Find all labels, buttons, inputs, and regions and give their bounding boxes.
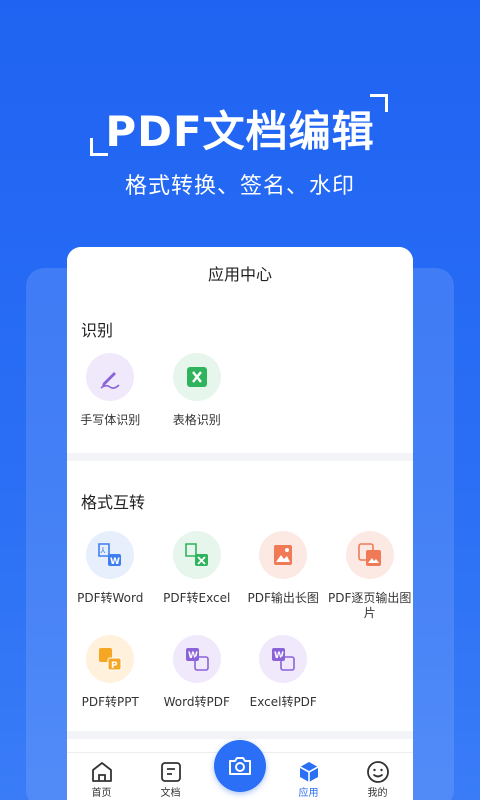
pdf-to-ppt-icon: P [86,635,135,683]
hero-title: PDF文档编辑 [105,107,375,156]
tool-label: PDF转Word [77,591,144,605]
tool-word-to-pdf[interactable]: W Word转PDF [154,635,241,739]
hero-banner: PDF文档编辑 格式转换、签名、水印 [0,0,480,240]
document-icon [161,762,181,782]
tool-label: Word转PDF [163,695,230,709]
tool-label: PDF转Excel [163,591,231,605]
tool-label: PDF转PPT [81,695,139,709]
pdf-long-image-icon [259,531,308,579]
tool-pdf-to-ppt[interactable]: P PDF转PPT [67,635,154,739]
svg-text:P: P [111,661,118,671]
tool-handwriting-recognition[interactable]: 手写体识别 [67,353,154,428]
nav-documents[interactable]: 文档 [136,753,205,800]
pdf-to-excel-icon [172,531,221,579]
pdf-page-images-icon [345,531,394,579]
camera-icon [229,757,251,775]
tool-table-recognition[interactable]: 表格识别 [154,353,241,428]
excel-table-icon [172,353,221,401]
tool-label: Excel转PDF [249,695,317,709]
handwriting-pen-icon [86,353,135,401]
tool-pdf-page-images[interactable]: PDF逐页输出图片 [327,531,414,635]
excel-to-pdf-icon: W [259,635,308,683]
app-center-card: 应用中心 识别 手写体识别 表格识别 格式互转 ⅄ W PDF转Word PDF… [67,247,413,800]
tool-label: PDF输出长图 [247,591,319,605]
tool-label: PDF逐页输出图片 [328,591,412,620]
recognition-section: 识别 手写体识别 表格识别 [67,303,413,453]
section-title-convert: 格式互转 [81,493,146,512]
svg-text:⅄: ⅄ [100,546,106,555]
tool-excel-to-pdf[interactable]: W Excel转PDF [240,635,327,739]
smiley-profile-icon [367,761,389,783]
tool-pdf-to-word[interactable]: ⅄ W PDF转Word [67,531,154,635]
svg-text:W: W [110,557,120,567]
apps-cube-icon [299,762,319,782]
svg-text:W: W [188,651,198,661]
nav-label-apps: 应用 [298,788,319,799]
home-icon [92,762,112,782]
hero-subtitle: 格式转换、签名、水印 [124,174,355,199]
tool-label: 表格识别 [172,413,221,427]
word-to-pdf-icon: W [172,635,221,683]
tool-label: 手写体识别 [80,413,141,427]
pdf-to-word-icon: ⅄ W [86,531,135,579]
nav-apps[interactable]: 应用 [274,753,343,800]
nav-profile[interactable]: 我的 [343,753,412,800]
format-convert-section: 格式互转 ⅄ W PDF转Word PDF转Excel PDF输出长图 PDF逐… [67,461,413,731]
card-title: 应用中心 [67,247,413,303]
nav-label-documents: 文档 [160,788,181,799]
nav-home[interactable]: 首页 [67,753,136,800]
nav-label-home: 首页 [91,788,112,799]
svg-text:W: W [274,651,284,661]
section-title-recognition: 识别 [81,321,114,340]
tool-pdf-to-excel[interactable]: PDF转Excel [154,531,241,635]
nav-label-profile: 我的 [367,788,388,799]
tool-pdf-long-image[interactable]: PDF输出长图 [240,531,327,635]
camera-scan-button[interactable] [214,740,266,792]
